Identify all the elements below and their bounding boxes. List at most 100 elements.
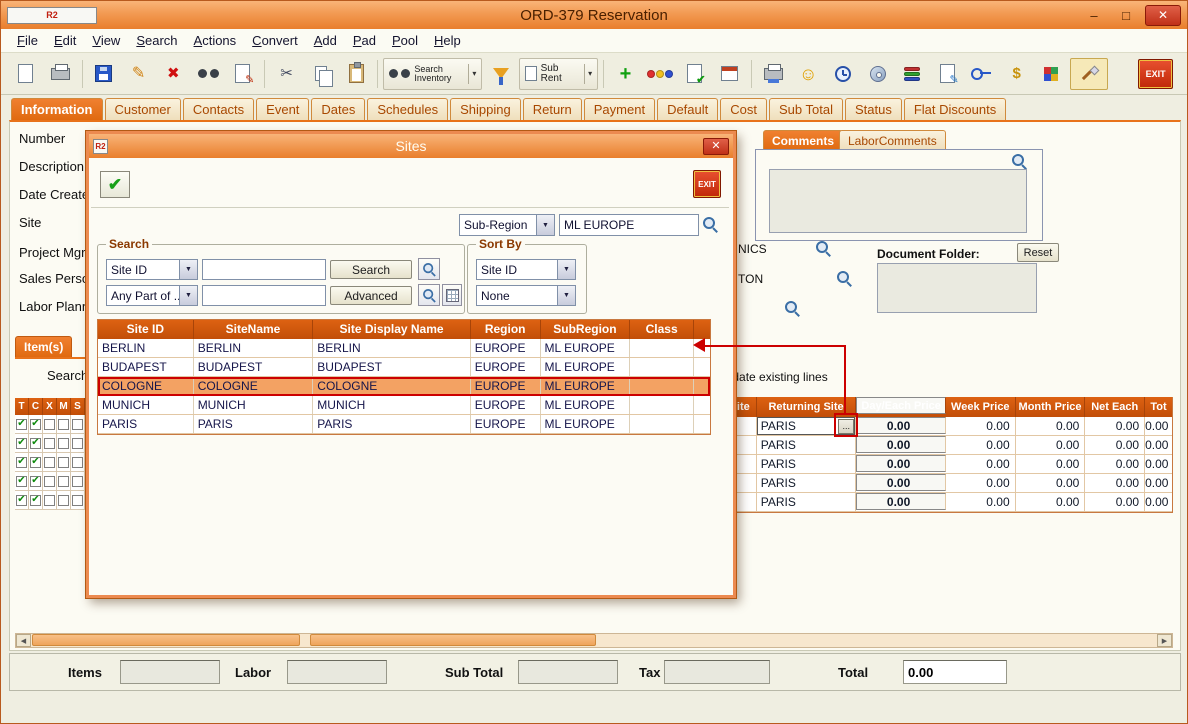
checkbox[interactable]: ✔ <box>30 495 41 506</box>
search-text-input-2[interactable] <box>202 285 326 306</box>
checkbox[interactable] <box>72 438 83 449</box>
checkbox[interactable] <box>72 495 83 506</box>
search-lookup-button[interactable] <box>418 258 440 280</box>
pricing-row[interactable]: PARIS 0.00 0.00 0.00 0.00 0.00 <box>692 455 1172 474</box>
chevron-down-icon[interactable]: ▾ <box>468 64 476 84</box>
checklist-button[interactable]: ✔ <box>679 58 712 90</box>
scrollbar-thumb[interactable] <box>310 634 596 646</box>
tab-shipping[interactable]: Shipping <box>450 98 521 120</box>
funnel-button[interactable] <box>484 58 517 90</box>
smiley-button[interactable]: ☺ <box>792 58 825 90</box>
tab-customer[interactable]: Customer <box>105 98 181 120</box>
checkbox[interactable] <box>72 476 83 487</box>
sub-rent-button[interactable]: Sub Rent ▾ <box>519 58 598 90</box>
chevron-down-icon[interactable]: ▾ <box>584 64 592 84</box>
lookup-magnifier-icon[interactable] <box>784 300 800 316</box>
tab-schedules[interactable]: Schedules <box>367 98 448 120</box>
checkbox[interactable] <box>72 457 83 468</box>
checkbox[interactable] <box>44 476 55 487</box>
checkbox[interactable] <box>44 495 55 506</box>
labor-total-field[interactable] <box>287 660 387 684</box>
checkbox[interactable]: ✔ <box>30 476 41 487</box>
tab-return[interactable]: Return <box>523 98 582 120</box>
pad-button[interactable] <box>713 58 746 90</box>
cd-button[interactable] <box>861 58 894 90</box>
menu-item-add[interactable]: Add <box>306 31 345 50</box>
find-button[interactable] <box>192 58 225 90</box>
puzzle-button[interactable] <box>1035 58 1068 90</box>
checkbox[interactable] <box>58 419 69 430</box>
scroll-left-button[interactable]: ◀ <box>16 634 31 647</box>
menu-item-file[interactable]: File <box>9 31 46 50</box>
reset-button[interactable]: Reset <box>1017 243 1059 262</box>
comments-zoom-icon[interactable] <box>1011 153 1027 169</box>
checkbox[interactable] <box>72 419 83 430</box>
tab-flat-discounts[interactable]: Flat Discounts <box>904 98 1006 120</box>
key-button[interactable] <box>966 58 999 90</box>
sort-secondary-dropdown[interactable]: None ▼ <box>476 285 576 306</box>
subregion-lookup-icon[interactable] <box>702 216 718 232</box>
comments-textarea[interactable] <box>769 169 1027 233</box>
lookup-magnifier-icon[interactable] <box>815 240 831 256</box>
save-button[interactable] <box>87 58 120 90</box>
menu-item-search[interactable]: Search <box>128 31 185 50</box>
total-field[interactable]: 0.00 <box>903 660 1007 684</box>
tab-default[interactable]: Default <box>657 98 718 120</box>
checkbox[interactable] <box>44 438 55 449</box>
cut-button[interactable]: ✂ <box>270 58 303 90</box>
minimize-button[interactable]: – <box>1081 6 1107 24</box>
document-folder-box[interactable] <box>877 263 1037 313</box>
menu-item-view[interactable]: View <box>84 31 128 50</box>
menu-item-pad[interactable]: Pad <box>345 31 384 50</box>
notes-button[interactable]: ✎ <box>931 58 964 90</box>
report-button[interactable] <box>757 58 790 90</box>
advanced-button[interactable]: Advanced <box>330 286 412 305</box>
checkbox[interactable]: ✔ <box>16 438 27 449</box>
checkbox[interactable]: ✔ <box>16 476 27 487</box>
checkbox[interactable] <box>58 476 69 487</box>
site-row-budapest[interactable]: BUDAPEST BUDAPEST BUDAPEST EUROPE ML EUR… <box>98 358 710 377</box>
items-total-field[interactable] <box>120 660 220 684</box>
menu-item-actions[interactable]: Actions <box>186 31 245 50</box>
tab-status[interactable]: Status <box>845 98 902 120</box>
close-button[interactable]: ✕ <box>1145 5 1181 26</box>
add-button[interactable]: + <box>609 58 642 90</box>
tab-comments[interactable]: Comments <box>763 130 843 150</box>
sort-primary-dropdown[interactable]: Site ID ▼ <box>476 259 576 280</box>
pricing-row[interactable]: PARIS 0.00 0.00 0.00 0.00 0.00 <box>692 493 1172 512</box>
pricing-row[interactable]: PARIS 0.00 0.00 0.00 0.00 0.00 <box>692 436 1172 455</box>
search-text-input[interactable] <box>202 259 326 280</box>
checkbox[interactable]: ✔ <box>30 457 41 468</box>
checkbox[interactable] <box>58 457 69 468</box>
maximize-button[interactable]: □ <box>1113 6 1139 24</box>
tab-labor-comments[interactable]: LaborComments <box>839 130 946 150</box>
checkbox[interactable]: ✔ <box>30 438 41 449</box>
pool-button[interactable] <box>644 58 677 90</box>
tax-field[interactable] <box>664 660 770 684</box>
menu-item-pool[interactable]: Pool <box>384 31 426 50</box>
checkbox[interactable]: ✔ <box>30 419 41 430</box>
tab-information[interactable]: Information <box>11 98 103 120</box>
advanced-lookup-button[interactable] <box>418 284 440 306</box>
subregion-dropdown[interactable]: Sub-Region ▼ <box>459 214 555 236</box>
lookup-magnifier-icon[interactable] <box>836 270 852 286</box>
copy-button[interactable] <box>305 58 338 90</box>
grid-view-button[interactable] <box>442 284 462 306</box>
search-button[interactable]: Search <box>330 260 412 279</box>
exit-button[interactable]: EXIT <box>1138 59 1173 89</box>
new-document-button[interactable] <box>9 58 42 90</box>
checkbox[interactable] <box>44 419 55 430</box>
checkbox[interactable] <box>44 457 55 468</box>
dialog-exit-button[interactable]: EXIT <box>693 170 721 198</box>
checkbox[interactable]: ✔ <box>16 495 27 506</box>
paste-button[interactable] <box>340 58 373 90</box>
site-row-cologne-selected[interactable]: COLOGNE COLOGNE COLOGNE EUROPE ML EUROPE <box>98 377 710 396</box>
checkbox[interactable]: ✔ <box>16 457 27 468</box>
search-match-dropdown[interactable]: Any Part of ... ▼ <box>106 285 198 306</box>
scrollbar-thumb[interactable] <box>32 634 300 646</box>
delete-button[interactable]: ✖ <box>157 58 190 90</box>
clock-button[interactable] <box>827 58 860 90</box>
database-button[interactable] <box>896 58 929 90</box>
money-button[interactable]: $ <box>1000 58 1033 90</box>
menu-item-convert[interactable]: Convert <box>244 31 306 50</box>
